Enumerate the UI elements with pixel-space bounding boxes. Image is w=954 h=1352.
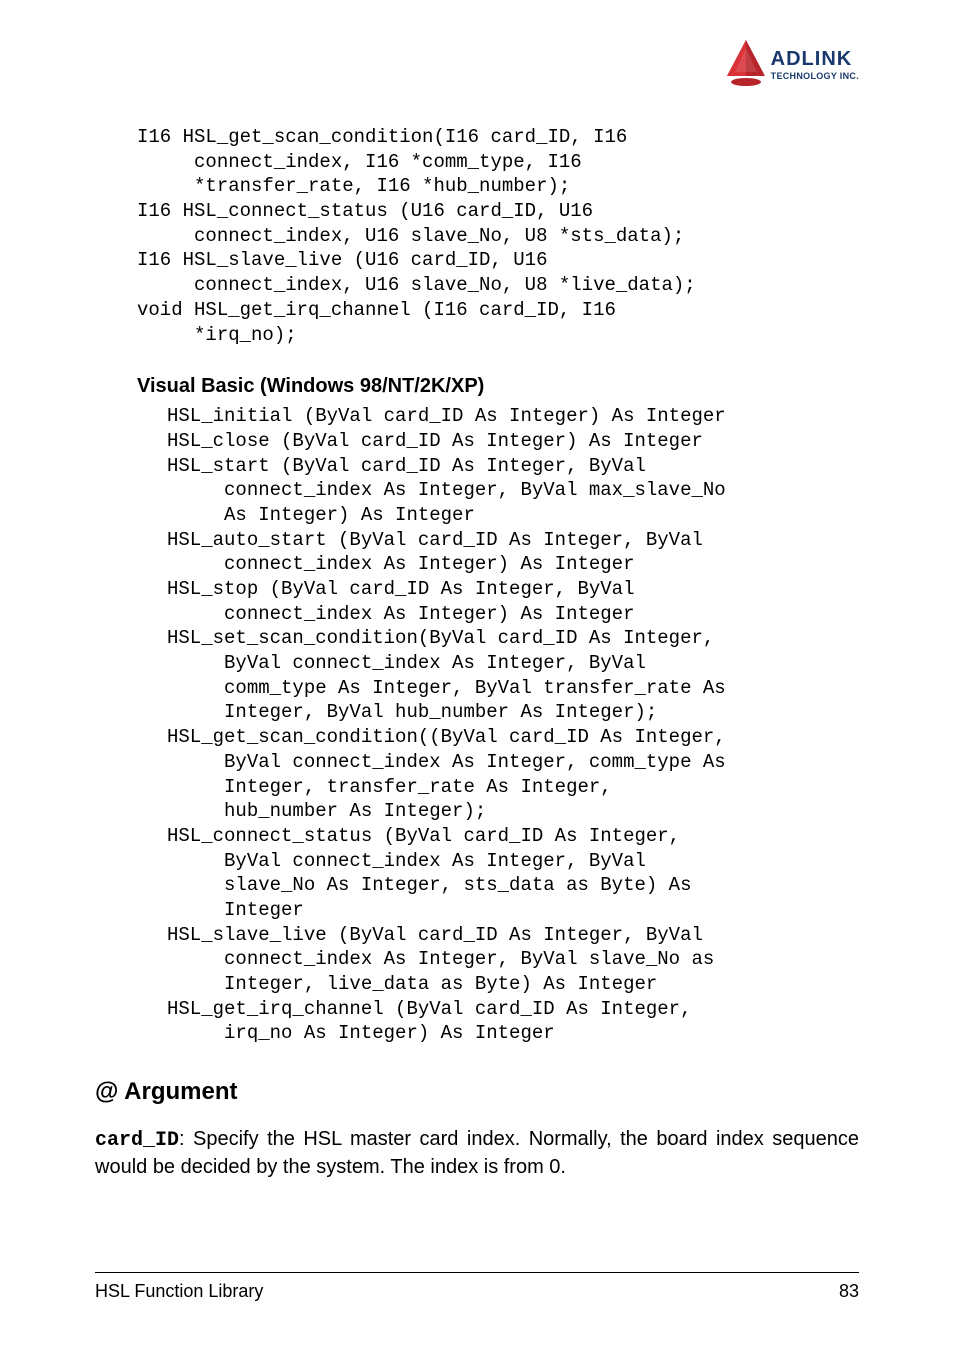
brand-logo: ADLINK TECHNOLOGY INC. <box>725 40 859 88</box>
page-footer: HSL Function Library 83 <box>95 1272 859 1302</box>
vb-code-block: HSL_initial (ByVal card_ID As Integer) A… <box>167 404 859 1046</box>
argument-description: card_ID: Specify the HSL master card ind… <box>95 1126 859 1181</box>
c-code-block: I16 HSL_get_scan_condition(I16 card_ID, … <box>137 125 859 347</box>
adlink-triangle-icon <box>725 40 767 88</box>
argument-heading: @ Argument <box>95 1078 859 1106</box>
footer-page-number: 83 <box>839 1281 859 1302</box>
argument-param-name: card_ID <box>95 1129 179 1152</box>
argument-param-desc: : Specify the HSL master card index. Nor… <box>95 1128 859 1178</box>
brand-text: ADLINK TECHNOLOGY INC. <box>771 48 859 81</box>
page-content: I16 HSL_get_scan_condition(I16 card_ID, … <box>95 125 859 1181</box>
brand-tagline: TECHNOLOGY INC. <box>771 71 859 81</box>
brand-name: ADLINK <box>771 48 859 71</box>
footer-title: HSL Function Library <box>95 1281 263 1302</box>
vb-section-heading: Visual Basic (Windows 98/NT/2K/XP) <box>137 375 859 398</box>
